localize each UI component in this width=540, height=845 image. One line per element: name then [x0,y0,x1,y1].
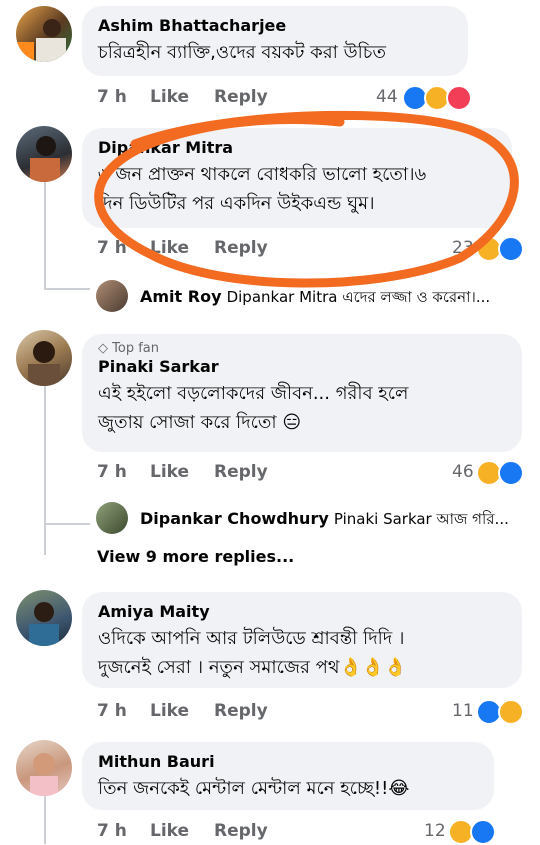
like-button[interactable]: Like [150,821,189,841]
commenter-name[interactable]: Mithun Bauri [98,752,478,772]
avatar-photo [16,19,66,62]
diamond-icon: ◇ [98,341,108,356]
commenter-name[interactable]: Pinaki Sarkar [98,357,506,377]
avatar[interactable] [16,740,72,796]
like-button[interactable]: Like [150,462,189,482]
commenter-name[interactable]: Amiya Maity [98,602,506,622]
reply-snippet: Dipankar Mitra এদের লজ্জা ও করেনা।... [226,288,491,306]
top-fan-badge: ◇ Top fan [98,341,506,357]
like-button[interactable]: Like [150,701,189,721]
timestamp[interactable]: 7 h [97,462,127,482]
like-reaction-icon [470,819,496,845]
comment-bubble: Amiya Maity ওদিকে আপনি আর টলিউডে শ্রাবন্… [82,592,522,688]
timestamp[interactable]: 7 h [97,701,127,721]
reaction-count[interactable]: 11 [452,701,474,721]
reply-author[interactable]: Dipankar Chowdhury [140,509,329,528]
thread-line [44,525,46,555]
avatar[interactable] [16,590,72,646]
avatar[interactable] [16,330,72,386]
reply-button[interactable]: Reply [214,821,268,841]
comment-text-line: এই হইলো বড়লোকদের জীবন... গরীব হলে [98,383,409,404]
avatar-photo [30,753,58,796]
reaction-count[interactable]: 12 [424,821,446,841]
comment-bubble: ◇ Top fan Pinaki Sarkar এই হইলো বড়লোকদে… [82,334,522,452]
comment-text: তিন জনকেই মেন্টাল মেন্টাল মনে হচ্ছে!!😂 [98,778,410,799]
avatar-photo [29,602,59,646]
timestamp[interactable]: 7 h [97,821,127,841]
reply-button[interactable]: Reply [214,701,268,721]
reply-preview[interactable]: Dipankar Chowdhury Pinaki Sarkar আজ গরি.… [140,508,509,533]
avatar[interactable] [16,6,72,62]
comment-text-line: দুজনেই সেরা । নতুন সমাজের পথ👌👌👌 [98,657,407,678]
badge-label: Top fan [112,341,159,356]
comment-text: চরিত্রহীন ব্যাক্তি,ওদের বয়কট করা উচিত [98,42,387,63]
annotation-ellipse [94,110,519,288]
thread-line [44,790,46,844]
like-reaction-icon [498,460,524,486]
thread-connector [44,523,90,525]
avatar-photo [28,341,60,386]
thread-line [44,385,46,525]
reply-button[interactable]: Reply [214,462,268,482]
comment-text-line: জুতায় সোজা করে দিতো 😑 [98,412,302,433]
view-more-replies-link[interactable]: View 9 more replies... [97,547,294,566]
comment-bubble: Ashim Bhattacharjee চরিত্রহীন ব্যাক্তি,ও… [82,6,468,76]
reply-avatar[interactable] [96,502,128,534]
reaction-count[interactable]: 46 [452,462,474,482]
comment-bubble: Mithun Bauri তিন জনকেই মেন্টাল মেন্টাল ম… [82,742,494,810]
haha-reaction-icon [498,699,524,725]
commenter-name[interactable]: Ashim Bhattacharjee [98,16,452,36]
reply-snippet: Pinaki Sarkar আজ গরি... [333,510,509,528]
comment-text-line: ওদিকে আপনি আর টলিউডে শ্রাবন্তী দিদি । [98,628,405,649]
